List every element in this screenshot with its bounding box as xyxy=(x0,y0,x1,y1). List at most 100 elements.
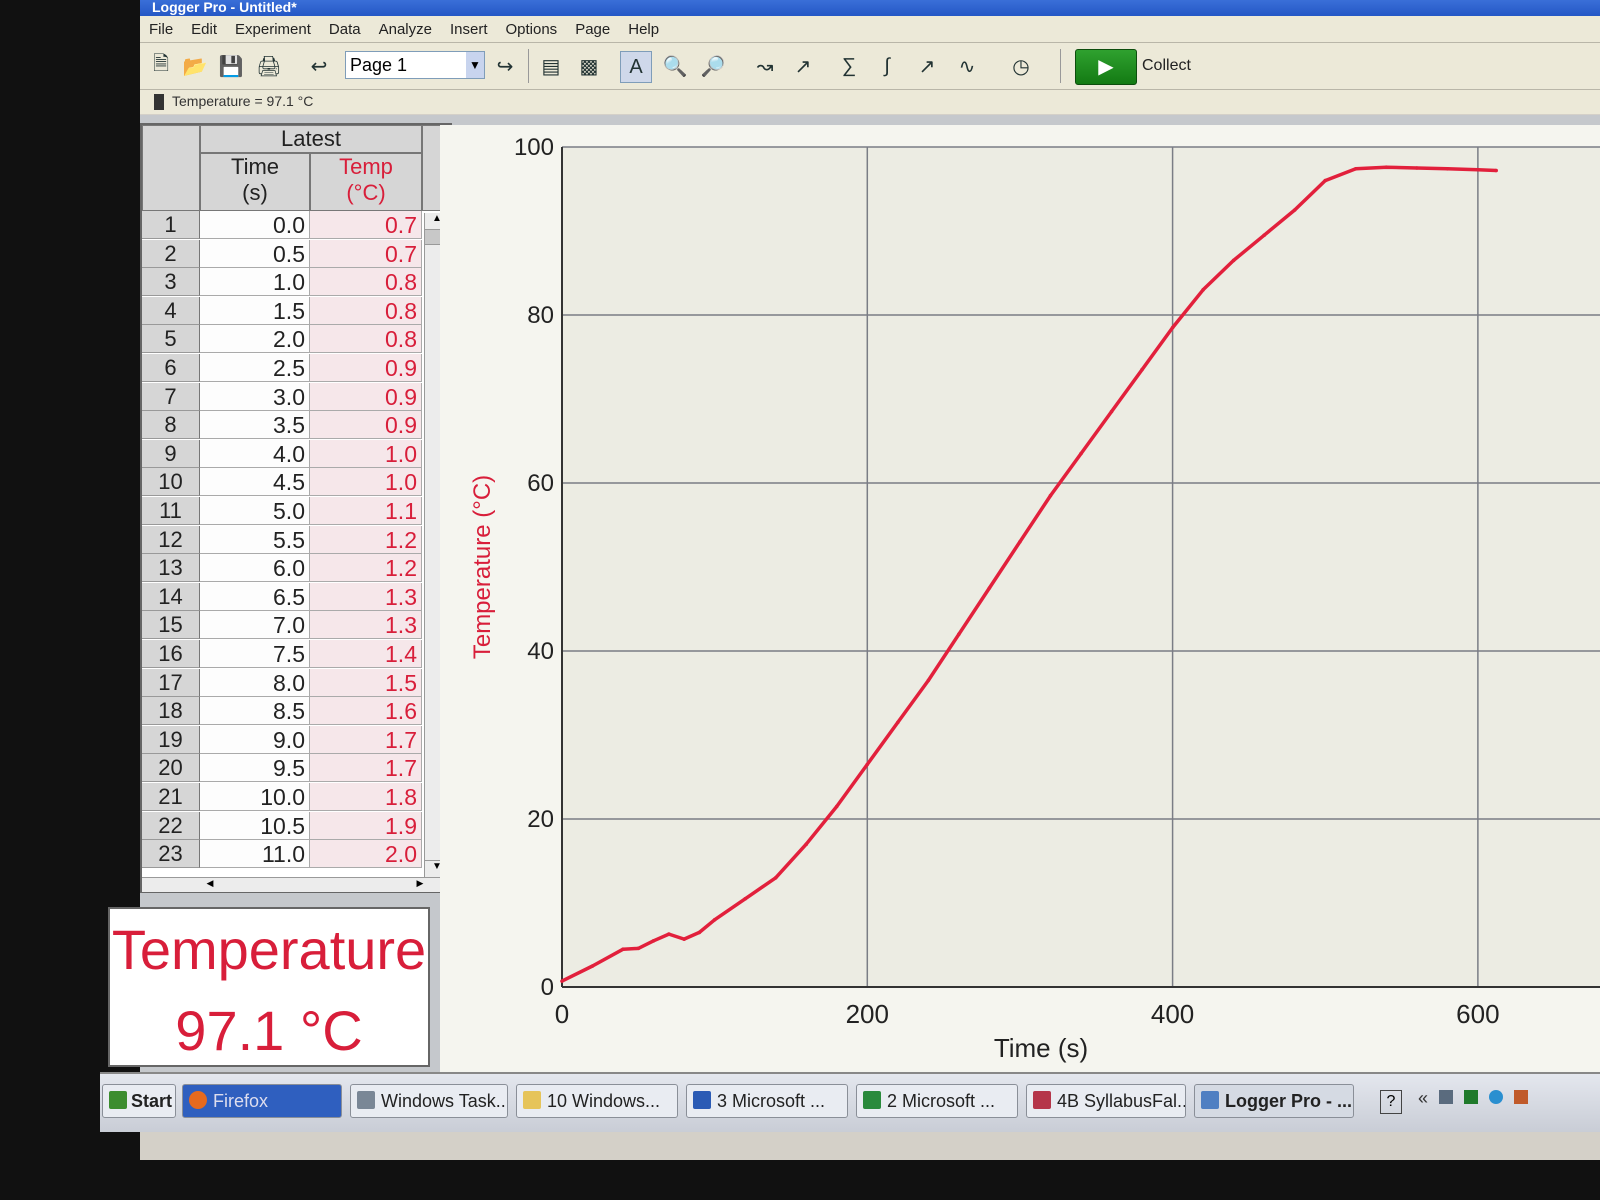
collect-button[interactable]: ▶ xyxy=(1075,49,1137,85)
menu-insert[interactable]: Insert xyxy=(441,16,497,38)
temp-cell[interactable]: 0.9 xyxy=(310,382,422,411)
menu-analyze[interactable]: Analyze xyxy=(370,16,441,38)
open-folder-icon[interactable]: 📂 xyxy=(180,51,210,81)
time-cell[interactable]: 9.0 xyxy=(200,725,310,754)
table-icon[interactable]: ▤ xyxy=(536,51,566,81)
help-icon[interactable]: ? xyxy=(1380,1090,1402,1114)
time-cell[interactable]: 4.0 xyxy=(200,439,310,468)
data-collection-settings-icon[interactable]: ◷ xyxy=(1006,51,1036,81)
task-microsoft-word[interactable]: 3 Microsoft ... xyxy=(686,1084,848,1118)
time-cell[interactable]: 3.5 xyxy=(200,411,310,440)
autoscale-icon[interactable]: A xyxy=(620,51,652,83)
network-icon[interactable] xyxy=(1464,1090,1479,1104)
time-cell[interactable]: 1.5 xyxy=(200,296,310,325)
time-cell[interactable]: 3.0 xyxy=(200,382,310,411)
temp-cell[interactable]: 1.9 xyxy=(310,811,422,840)
data-point xyxy=(1018,540,1022,544)
new-file-icon[interactable]: 🗎 xyxy=(146,51,176,81)
previous-page-icon[interactable]: ↩ xyxy=(304,51,334,81)
tray-expand-icon[interactable]: « xyxy=(1418,1088,1428,1108)
temp-cell[interactable]: 1.2 xyxy=(310,554,422,583)
temp-cell[interactable]: 1.7 xyxy=(310,754,422,783)
time-cell[interactable]: 8.0 xyxy=(200,668,310,697)
temp-cell[interactable]: 1.6 xyxy=(310,697,422,726)
time-cell[interactable]: 10.5 xyxy=(200,811,310,840)
menu-file[interactable]: File xyxy=(140,16,182,38)
time-cell[interactable]: 0.0 xyxy=(200,211,310,239)
statistics-icon[interactable]: ∑ xyxy=(834,51,864,81)
temp-cell[interactable]: 1.0 xyxy=(310,468,422,497)
menu-page[interactable]: Page xyxy=(566,16,619,38)
temp-cell[interactable]: 1.8 xyxy=(310,783,422,811)
menu-experiment[interactable]: Experiment xyxy=(226,16,320,38)
save-icon[interactable]: 💾 xyxy=(216,51,246,81)
time-cell[interactable]: 1.0 xyxy=(200,268,310,297)
time-column-header[interactable]: Time (s) xyxy=(200,153,310,211)
temp-column-header[interactable]: Temp (°C) xyxy=(310,153,422,211)
scroll-right-icon[interactable]: ▶ xyxy=(412,878,428,892)
time-cell[interactable]: 6.5 xyxy=(200,582,310,611)
temp-cell[interactable]: 1.2 xyxy=(310,525,422,554)
tangent-icon[interactable]: ↗ xyxy=(788,51,818,81)
temp-cell[interactable]: 0.9 xyxy=(310,354,422,382)
horizontal-scrollbar[interactable]: ◀ ▶ xyxy=(142,877,450,892)
temp-cell[interactable]: 1.3 xyxy=(310,582,422,611)
scroll-left-icon[interactable]: ◀ xyxy=(202,878,218,892)
menu-data[interactable]: Data xyxy=(320,16,370,38)
time-cell[interactable]: 4.5 xyxy=(200,468,310,497)
integral-icon[interactable]: ∫ xyxy=(872,51,902,81)
examine-icon[interactable]: ↝ xyxy=(750,51,780,81)
temp-cell[interactable]: 1.5 xyxy=(310,668,422,697)
temp-cell[interactable]: 1.1 xyxy=(310,497,422,525)
temperature-graph[interactable]: 0 200 400 600 0 20 40 60 80 100 Time (s) Temperatur… xyxy=(440,125,1600,1075)
task-windows-task-manager[interactable]: Windows Task... xyxy=(350,1084,508,1118)
temperature-meter[interactable]: Temperature 97.1 °C xyxy=(108,907,430,1067)
time-cell[interactable]: 10.0 xyxy=(200,783,310,811)
volume-icon[interactable] xyxy=(1439,1090,1454,1104)
update-icon[interactable] xyxy=(1489,1090,1504,1104)
time-cell[interactable]: 5.0 xyxy=(200,497,310,525)
next-page-icon[interactable]: ↪ xyxy=(490,51,520,81)
menu-options[interactable]: Options xyxy=(496,16,566,38)
time-cell[interactable]: 6.0 xyxy=(200,554,310,583)
sensor-icon[interactable]: ▩ xyxy=(574,51,604,81)
print-icon[interactable]: 🖨 xyxy=(254,51,284,81)
temp-cell[interactable]: 1.7 xyxy=(310,725,422,754)
menu-edit[interactable]: Edit xyxy=(182,16,226,38)
menu-help[interactable]: Help xyxy=(619,16,668,38)
time-cell[interactable]: 9.5 xyxy=(200,754,310,783)
temp-cell[interactable]: 0.9 xyxy=(310,411,422,440)
zoom-out-icon[interactable]: 🔎 xyxy=(698,51,728,81)
time-cell[interactable]: 2.5 xyxy=(200,354,310,382)
graph-svg[interactable]: 0 200 400 600 0 20 40 60 80 100 Time (s) Temperatur… xyxy=(440,125,1600,1075)
time-cell[interactable]: 11.0 xyxy=(200,840,310,869)
temp-cell[interactable]: 0.8 xyxy=(310,268,422,297)
temp-cell[interactable]: 2.0 xyxy=(310,840,422,869)
task-windows-explorer[interactable]: 10 Windows... xyxy=(516,1084,678,1118)
security-icon[interactable] xyxy=(1514,1090,1529,1104)
zoom-in-icon[interactable]: 🔍 xyxy=(660,51,690,81)
linear-fit-icon[interactable]: ↗ xyxy=(912,51,942,81)
start-button[interactable]: Start xyxy=(102,1084,176,1118)
task-firefox[interactable]: Firefox xyxy=(182,1084,342,1118)
row-number: 14 xyxy=(142,582,200,611)
chevron-down-icon[interactable]: ▼ xyxy=(466,52,484,78)
temp-cell[interactable]: 1.4 xyxy=(310,640,422,668)
time-cell[interactable]: 7.5 xyxy=(200,640,310,668)
temp-cell[interactable]: 0.7 xyxy=(310,211,422,239)
task-microsoft-excel[interactable]: 2 Microsoft ... xyxy=(856,1084,1018,1118)
temp-cell[interactable]: 0.8 xyxy=(310,296,422,325)
time-cell[interactable]: 2.0 xyxy=(200,325,310,354)
temp-cell[interactable]: 1.3 xyxy=(310,611,422,640)
curve-fit-icon[interactable]: ∿ xyxy=(952,51,982,81)
temp-cell[interactable]: 0.8 xyxy=(310,325,422,354)
time-cell[interactable]: 8.5 xyxy=(200,697,310,726)
temp-cell[interactable]: 0.7 xyxy=(310,239,422,268)
temp-cell[interactable]: 1.0 xyxy=(310,439,422,468)
task-logger-pro[interactable]: Logger Pro - ... xyxy=(1194,1084,1354,1118)
time-cell[interactable]: 0.5 xyxy=(200,239,310,268)
time-cell[interactable]: 5.5 xyxy=(200,525,310,554)
task-syllabus[interactable]: 4B SyllabusFal... xyxy=(1026,1084,1186,1118)
page-select[interactable]: Page 1 ▼ xyxy=(345,51,485,79)
time-cell[interactable]: 7.0 xyxy=(200,611,310,640)
